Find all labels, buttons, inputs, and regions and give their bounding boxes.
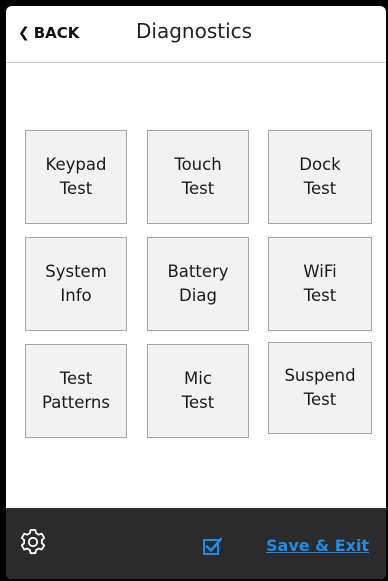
touch-test-button[interactable]: Touch Test (147, 130, 249, 224)
tile-label-line1: Touch (174, 155, 222, 174)
tile-label-line1: System (45, 262, 107, 281)
tile-label-line2: Diag (179, 286, 217, 305)
wifi-test-button[interactable]: WiFi Test (268, 237, 372, 331)
tile-label-line1: Test (59, 369, 93, 388)
tile-label-line1: Dock (299, 155, 341, 174)
keypad-test-button[interactable]: Keypad Test (25, 130, 127, 224)
tile-label-line2: Patterns (42, 393, 110, 412)
tile-label-line2: Test (59, 179, 93, 198)
tile-label-line2: Info (60, 286, 92, 305)
back-button[interactable]: ❮ BACK (18, 24, 79, 42)
chevron-left-icon: ❮ (18, 25, 30, 41)
mic-test-button[interactable]: Mic Test (147, 344, 249, 438)
header-bar: ❮ BACK Diagnostics (6, 6, 386, 63)
tile-label-line1: Battery (167, 262, 229, 281)
gear-icon[interactable] (18, 527, 48, 557)
tile-label-line1: WiFi (303, 262, 337, 281)
checkbox-checked-icon[interactable] (202, 536, 222, 556)
suspend-test-button[interactable]: Suspend Test (268, 342, 372, 434)
footer-bar: Save & Exit (6, 508, 386, 579)
tile-label-line2: Test (303, 286, 337, 305)
tile-label-line1: Mic (184, 369, 212, 388)
screen: ❮ BACK Diagnostics Keypad Test Touch Test … (6, 6, 386, 579)
tile-label-line1: Suspend (284, 366, 356, 385)
save-exit-link[interactable]: Save & Exit (266, 536, 369, 555)
back-label: BACK (33, 24, 80, 42)
tile-label-line2: Test (303, 390, 337, 409)
tile-label-line2: Test (303, 179, 337, 198)
system-info-button[interactable]: System Info (25, 237, 127, 331)
battery-diag-button[interactable]: Battery Diag (147, 237, 249, 331)
dock-test-button[interactable]: Dock Test (268, 130, 372, 224)
tile-label-line2: Test (181, 393, 215, 412)
tile-label-line2: Test (181, 179, 215, 198)
page-title: Diagnostics (136, 19, 253, 43)
tile-label-line1: Keypad (45, 155, 107, 174)
test-patterns-button[interactable]: Test Patterns (25, 344, 127, 438)
